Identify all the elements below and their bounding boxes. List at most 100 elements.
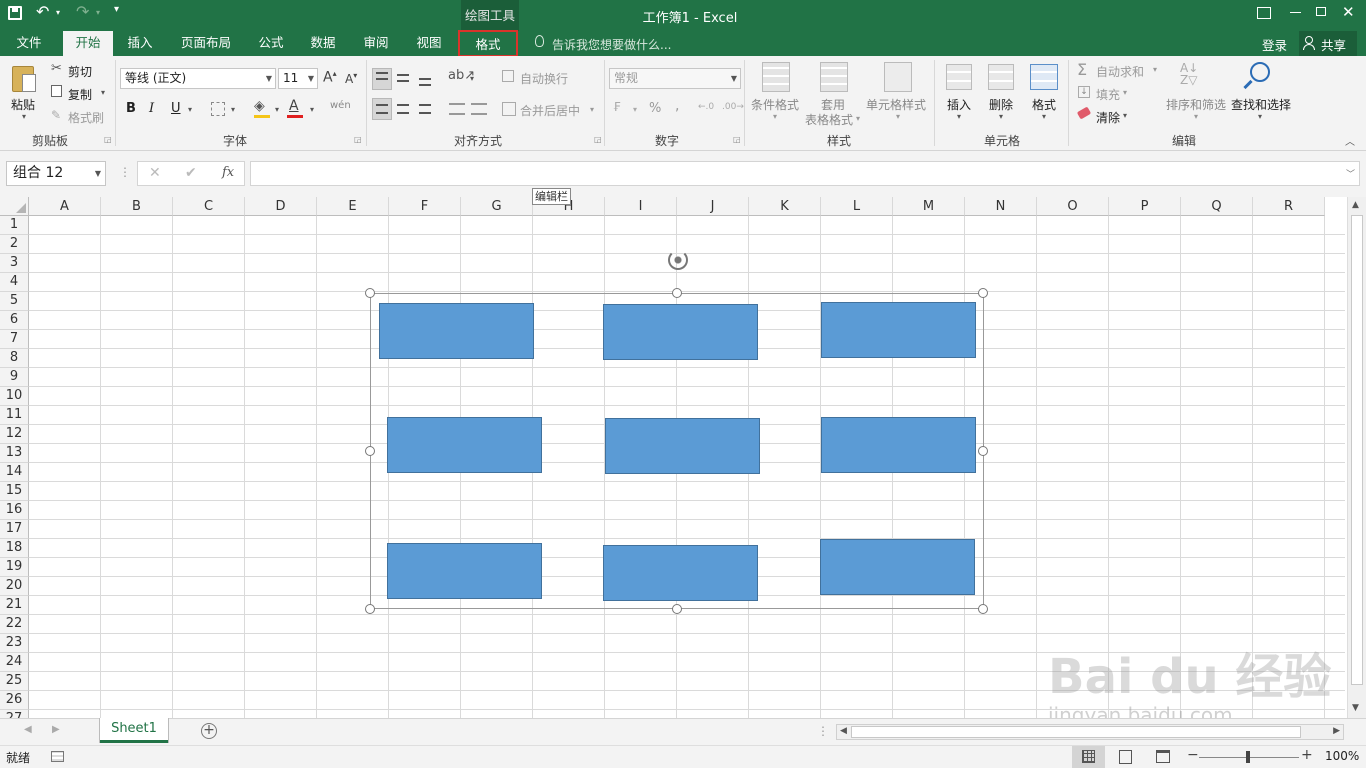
tab-formulas[interactable]: 公式 (250, 31, 292, 56)
row-header[interactable]: 12 (0, 425, 29, 444)
increase-indent-icon[interactable] (471, 103, 487, 115)
format-as-table-dropdown-icon[interactable]: ▾ (856, 114, 860, 123)
font-color-icon[interactable]: A (289, 98, 299, 114)
zoom-out-icon[interactable]: − (1187, 747, 1199, 763)
tab-format[interactable]: 格式 (458, 30, 518, 57)
zoom-in-icon[interactable]: + (1301, 747, 1313, 763)
row-header[interactable]: 2 (0, 235, 29, 254)
increase-font-icon[interactable]: A▴ (323, 69, 337, 86)
decrease-indent-icon[interactable] (449, 103, 465, 115)
prev-sheet-icon[interactable]: ◀ (24, 724, 32, 735)
row-header[interactable]: 1 (0, 216, 29, 235)
autosum-icon[interactable]: Σ (1077, 60, 1087, 79)
row-header[interactable]: 21 (0, 596, 29, 615)
row-header[interactable]: 5 (0, 292, 29, 311)
resize-handle[interactable] (672, 288, 682, 298)
fill-color-dropdown-icon[interactable]: ▾ (275, 105, 279, 114)
column-header[interactable]: Q (1181, 197, 1253, 216)
tab-view[interactable]: 视图 (408, 31, 450, 56)
row-header[interactable]: 26 (0, 691, 29, 710)
resize-handle[interactable] (365, 288, 375, 298)
column-header[interactable]: P (1109, 197, 1181, 216)
column-header[interactable]: L (821, 197, 893, 216)
clipboard-launcher-icon[interactable]: ◲ (104, 135, 112, 144)
number-format-select[interactable]: 常规 ▼ (609, 68, 741, 89)
row-header[interactable]: 9 (0, 368, 29, 387)
search-icon[interactable] (1250, 62, 1270, 82)
cell-styles-icon[interactable] (884, 62, 912, 92)
collapse-ribbon-icon[interactable]: ︿ (1345, 133, 1355, 148)
view-normal-button[interactable] (1072, 746, 1105, 768)
fill-color-icon[interactable]: ◈ (254, 98, 265, 114)
row-header[interactable]: 6 (0, 311, 29, 330)
shape-rectangle[interactable] (387, 417, 542, 473)
border-icon[interactable] (211, 102, 225, 116)
format-as-table-icon[interactable] (820, 62, 848, 92)
row-header[interactable]: 19 (0, 558, 29, 577)
row-header[interactable]: 11 (0, 406, 29, 425)
resize-handle[interactable] (672, 604, 682, 614)
worksheet-grid[interactable]: ABCDEFGHIJKLMNOPQR 1 2 3 4 5 6 7 8 9 10 11 12 13 14 15… (0, 197, 1366, 718)
redo-icon[interactable]: ↷ (76, 2, 89, 21)
row-header[interactable]: 8 (0, 349, 29, 368)
undo-dropdown-icon[interactable]: ▾ (56, 8, 60, 17)
sort-filter-button[interactable]: 排序和筛选 (1166, 96, 1226, 113)
number-launcher-icon[interactable]: ◲ (733, 135, 741, 144)
tab-page-layout[interactable]: 页面布局 (174, 31, 238, 56)
percent-button[interactable]: % (649, 101, 661, 116)
font-color-dropdown-icon[interactable]: ▾ (310, 105, 314, 114)
border-dropdown-icon[interactable]: ▾ (231, 105, 235, 114)
increase-decimal-icon[interactable]: ←.0 (698, 102, 714, 112)
vertical-scroll-thumb[interactable] (1351, 215, 1363, 685)
enter-icon[interactable]: ✔ (185, 165, 197, 181)
find-select-dropdown-icon[interactable]: ▾ (1258, 112, 1262, 121)
format-painter-button[interactable]: 格式刷 (68, 109, 104, 126)
add-sheet-icon[interactable]: + (201, 723, 217, 739)
align-middle-icon[interactable] (397, 74, 409, 82)
currency-dropdown-icon[interactable]: ▾ (633, 105, 637, 114)
row-header[interactable]: 20 (0, 577, 29, 596)
save-icon[interactable] (8, 6, 22, 20)
format-as-table-button-line2[interactable]: 表格格式 (805, 111, 853, 128)
underline-dropdown-icon[interactable]: ▾ (188, 105, 192, 114)
column-header[interactable]: G (461, 197, 533, 216)
macro-record-icon[interactable] (51, 751, 64, 762)
column-header[interactable]: B (101, 197, 173, 216)
page-break-view-icon[interactable] (1156, 750, 1170, 763)
copy-dropdown-icon[interactable]: ▾ (101, 88, 105, 97)
close-icon[interactable]: ✕ (1342, 3, 1355, 21)
scroll-right-icon[interactable]: ▶ (1333, 726, 1340, 736)
name-box[interactable]: 组合 12 ▼ (6, 161, 106, 186)
clear-button[interactable]: 清除 (1096, 109, 1120, 126)
formula-input[interactable]: ﹀ (250, 161, 1360, 186)
find-select-button[interactable]: 查找和选择 (1231, 96, 1291, 113)
column-header[interactable]: K (749, 197, 821, 216)
row-header[interactable]: 16 (0, 501, 29, 520)
font-size-select[interactable]: 11 ▼ (278, 68, 318, 89)
shape-rectangle[interactable] (387, 543, 542, 599)
phonetic-icon[interactable]: wén (330, 100, 351, 111)
format-cells-dropdown-icon[interactable]: ▾ (1042, 112, 1046, 121)
scroll-up-icon[interactable]: ▲ (1352, 200, 1359, 210)
copy-icon[interactable] (51, 85, 62, 97)
font-name-select[interactable]: 等线 (正文) ▼ (120, 68, 276, 89)
tell-me-box[interactable]: 告诉我您想要做什么... (552, 36, 671, 53)
column-header[interactable]: D (245, 197, 317, 216)
decrease-font-icon[interactable]: A▾ (345, 71, 357, 86)
resize-handle[interactable] (978, 604, 988, 614)
horizontal-scrollbar[interactable]: ◀ ▶ (836, 724, 1344, 740)
column-header[interactable]: C (173, 197, 245, 216)
vertical-scrollbar[interactable]: ▲ ▼ (1347, 197, 1366, 718)
underline-button[interactable]: U (171, 101, 181, 116)
row-header[interactable]: 4 (0, 273, 29, 292)
row-header[interactable]: 27 (0, 710, 29, 718)
resize-handle[interactable] (978, 446, 988, 456)
orientation-dropdown-icon[interactable]: ▾ (470, 74, 474, 83)
shape-rectangle[interactable] (820, 539, 975, 595)
undo-icon[interactable]: ↶ (36, 2, 49, 21)
shape-rectangle[interactable] (821, 417, 976, 473)
redo-dropdown-icon[interactable]: ▾ (96, 8, 100, 17)
cell-styles-dropdown-icon[interactable]: ▾ (896, 112, 900, 121)
delete-cells-button[interactable]: 删除 (989, 96, 1013, 113)
insert-cells-dropdown-icon[interactable]: ▾ (957, 112, 961, 121)
